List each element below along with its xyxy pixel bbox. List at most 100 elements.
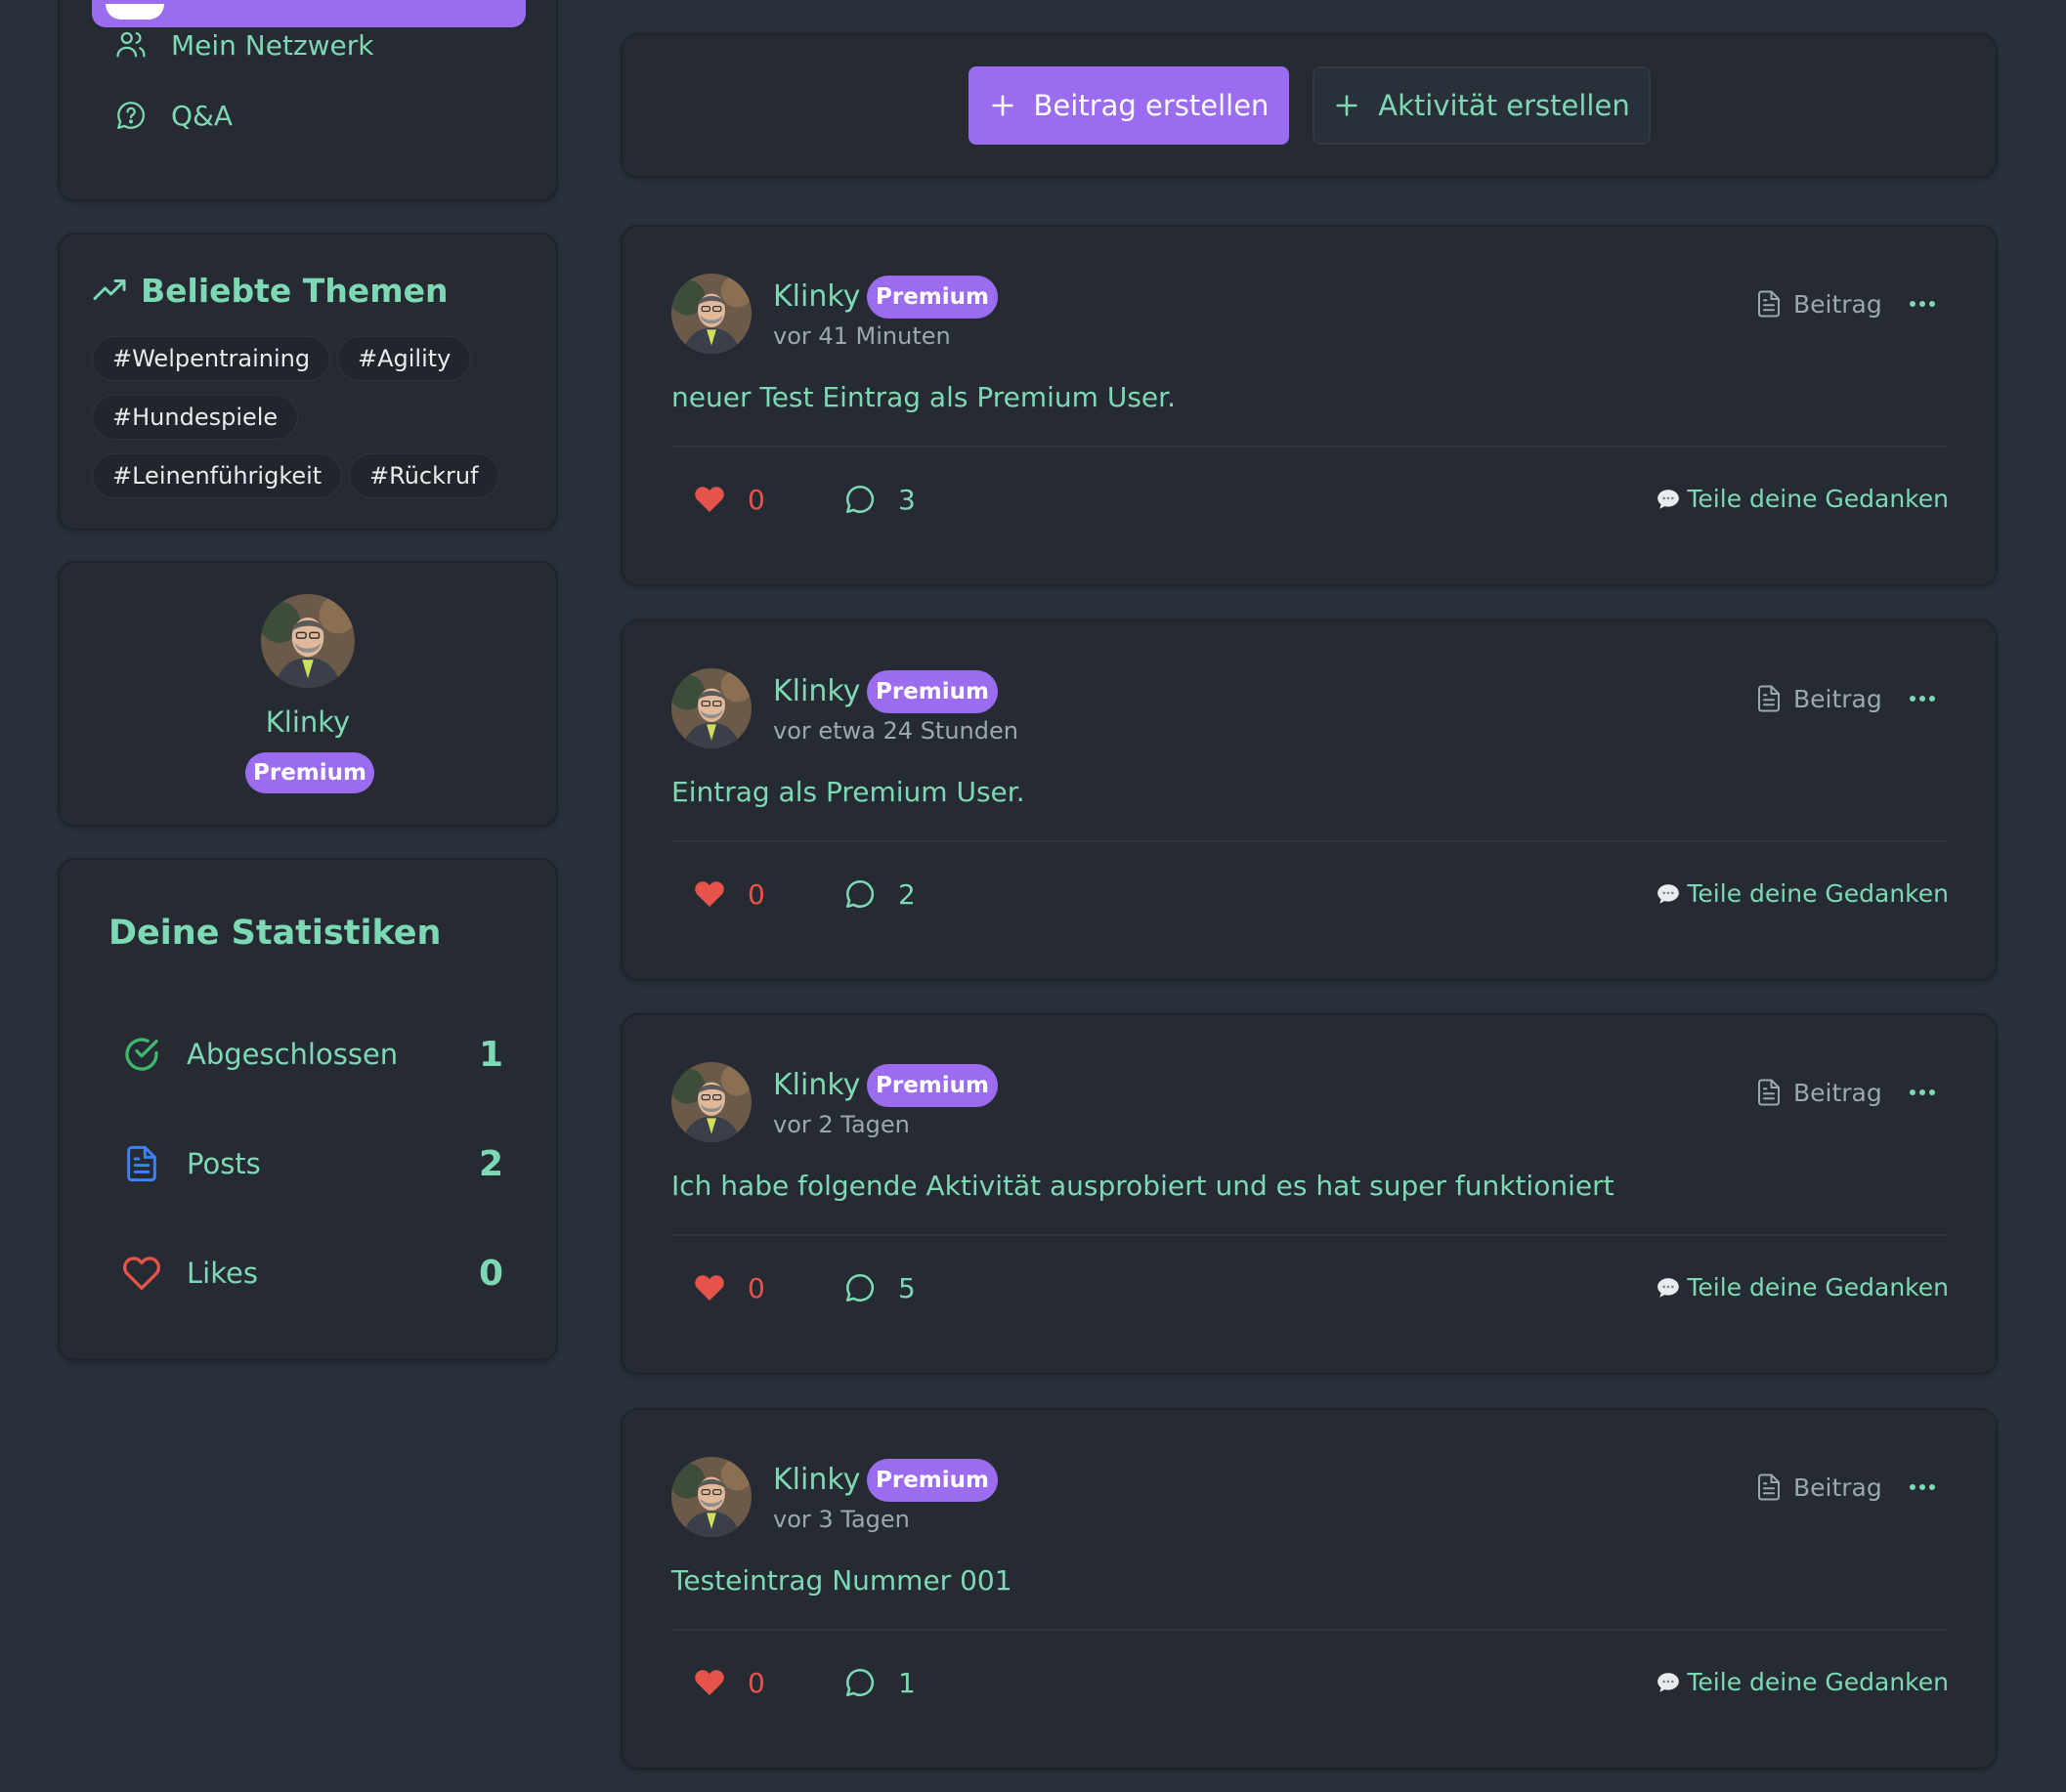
comment-count: 5	[898, 1271, 916, 1304]
nav-item-qa[interactable]: Q&A	[114, 96, 233, 135]
post-card: Klinky Premium vor 2 Tagen Beitrag Ich h…	[621, 1013, 1998, 1375]
comments-button[interactable]: 2	[843, 877, 916, 911]
sidebar-nav: Mein Netzwerk Q&A	[58, 0, 558, 201]
stat-label: Posts	[187, 1147, 261, 1180]
topic-tag[interactable]: #Hundespiele	[92, 395, 299, 440]
more-options-button[interactable]	[1903, 289, 1942, 319]
comments-button[interactable]: 1	[843, 1666, 916, 1699]
question-bubble-icon	[117, 102, 145, 129]
avatar[interactable]	[671, 668, 752, 748]
premium-badge: Premium	[867, 1064, 998, 1107]
nav-label-network: Mein Netzwerk	[171, 28, 374, 62]
like-button[interactable]: 0	[693, 1666, 765, 1699]
divider	[671, 446, 1947, 448]
post-card: Klinky Premium vor 41 Minuten Beitrag ne…	[621, 225, 1998, 586]
like-count: 0	[748, 877, 765, 911]
post-type-label: Beitrag	[1754, 289, 1882, 319]
share-thoughts-text: Teile deine Gedanken	[1687, 485, 1949, 513]
divider	[671, 840, 1947, 842]
post-type-text: Beitrag	[1793, 289, 1882, 319]
profile-name: Klinky	[265, 705, 351, 739]
post-card: Klinky Premium vor etwa 24 Stunden Beitr…	[621, 619, 1998, 981]
create-post-button[interactable]: Beitrag erstellen	[968, 66, 1289, 145]
avatar[interactable]	[261, 594, 355, 688]
comments-button[interactable]: 3	[843, 483, 916, 516]
avatar[interactable]	[671, 274, 752, 354]
profile-card: Klinky Premium	[58, 561, 558, 827]
page: Mein Netzwerk Q&A Beliebte Themen #Welpe…	[0, 0, 2066, 1792]
topic-tag[interactable]: #Agility	[337, 336, 472, 381]
post-timestamp: vor etwa 24 Stunden	[773, 717, 1018, 745]
premium-badge: Premium	[867, 670, 998, 713]
post-timestamp: vor 2 Tagen	[773, 1111, 910, 1138]
nav-item-network[interactable]: Mein Netzwerk	[114, 25, 374, 64]
topic-tag[interactable]: #Rückruf	[349, 453, 499, 498]
avatar[interactable]	[671, 1062, 752, 1142]
post-author[interactable]: Klinky	[773, 279, 860, 314]
speech-bubble-icon	[1657, 489, 1680, 509]
stat-label: Likes	[187, 1257, 258, 1290]
more-horizontal-icon	[1910, 1089, 1935, 1095]
nav-item-feed-active[interactable]	[92, 0, 526, 27]
like-count: 0	[748, 1271, 765, 1304]
post-type-label: Beitrag	[1754, 1078, 1882, 1107]
topic-tag[interactable]: #Leinenführigkeit	[92, 453, 343, 498]
stat-value: 2	[478, 1143, 503, 1184]
stats-title: Deine Statistiken	[108, 914, 442, 953]
post-type-text: Beitrag	[1793, 1472, 1882, 1502]
heart-icon	[695, 487, 724, 513]
trending-up-icon	[93, 278, 126, 300]
post-type-text: Beitrag	[1793, 1078, 1882, 1107]
post-author[interactable]: Klinky	[773, 674, 860, 708]
like-button[interactable]: 0	[693, 877, 765, 911]
post-author[interactable]: Klinky	[773, 1068, 860, 1102]
comments-button[interactable]: 5	[843, 1271, 916, 1304]
stat-label: Abgeschlossen	[187, 1038, 399, 1071]
speech-bubble-icon	[1657, 883, 1680, 904]
topic-tag[interactable]: #Welpentraining	[92, 336, 331, 381]
stat-value: 1	[478, 1034, 503, 1075]
post-body: Ich habe folgende Aktivität ausprobiert …	[671, 1170, 1614, 1202]
share-thoughts-link[interactable]: Teile deine Gedanken	[1656, 879, 1949, 908]
speech-bubble-icon	[1657, 1277, 1680, 1298]
post-card: Klinky Premium vor 3 Tagen Beitrag Teste…	[621, 1408, 1998, 1770]
more-options-button[interactable]	[1903, 1472, 1942, 1502]
post-body: Eintrag als Premium User.	[671, 776, 1025, 808]
heart-icon	[695, 881, 724, 908]
comment-icon	[845, 879, 875, 909]
more-horizontal-icon	[1910, 1484, 1935, 1490]
heart-outline-icon	[122, 1257, 161, 1290]
create-post-label: Beitrag erstellen	[1033, 89, 1270, 122]
heart-icon	[695, 1275, 724, 1301]
like-button[interactable]: 0	[693, 1271, 765, 1304]
create-activity-button[interactable]: Aktivität erstellen	[1313, 66, 1651, 145]
more-options-button[interactable]	[1903, 1078, 1942, 1107]
popular-topics-card: Beliebte Themen #Welpentraining #Agility…	[58, 233, 558, 531]
users-icon	[116, 31, 146, 58]
share-thoughts-link[interactable]: Teile deine Gedanken	[1656, 485, 1949, 513]
stat-row-completed: Abgeschlossen 1	[122, 1030, 503, 1079]
document-icon	[127, 1145, 156, 1182]
plus-icon	[1336, 95, 1357, 116]
comment-icon	[845, 1273, 875, 1302]
post-type-label: Beitrag	[1754, 684, 1882, 713]
post-timestamp: vor 3 Tagen	[773, 1506, 910, 1533]
post-author[interactable]: Klinky	[773, 1463, 860, 1497]
more-options-button[interactable]	[1903, 684, 1942, 713]
post-type-label: Beitrag	[1754, 1472, 1882, 1502]
premium-badge: Premium	[867, 276, 998, 319]
stats-card: Deine Statistiken Abgeschlossen 1 Posts …	[58, 858, 558, 1361]
share-thoughts-link[interactable]: Teile deine Gedanken	[1656, 1668, 1949, 1696]
share-thoughts-link[interactable]: Teile deine Gedanken	[1656, 1273, 1949, 1301]
avatar[interactable]	[671, 1457, 752, 1537]
document-icon	[1758, 1079, 1780, 1106]
post-body: neuer Test Eintrag als Premium User.	[671, 381, 1177, 413]
comment-icon	[845, 1668, 875, 1697]
document-icon	[1758, 685, 1780, 712]
comment-count: 1	[898, 1666, 916, 1699]
like-button[interactable]: 0	[693, 483, 765, 516]
feed-icon	[106, 4, 164, 20]
stat-row-likes: Likes 0	[122, 1249, 503, 1298]
post-body: Testeintrag Nummer 001	[671, 1564, 1012, 1597]
document-icon	[1758, 290, 1780, 318]
